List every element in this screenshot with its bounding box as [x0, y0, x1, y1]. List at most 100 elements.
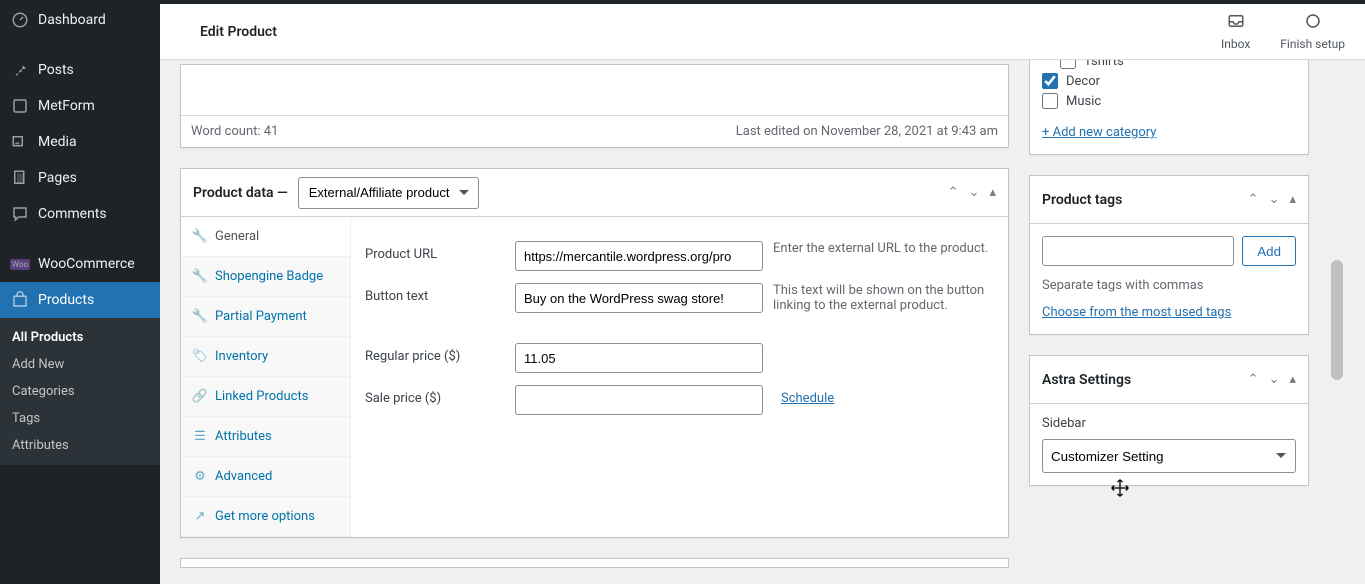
sidebar-item-metform[interactable]: MetForm — [0, 88, 160, 124]
list-icon: ☰ — [193, 430, 207, 444]
cat-tshirts-label: Tshirts — [1084, 60, 1124, 69]
finish-setup-button[interactable]: Finish setup — [1280, 12, 1345, 51]
admin-sidebar: Dashboard Posts MetForm Media Pages Comm… — [0, 0, 160, 584]
metform-icon — [10, 96, 30, 116]
chevron-up-icon[interactable]: ⌃ — [948, 185, 959, 200]
media-icon — [10, 132, 30, 152]
tab-attributes[interactable]: ☰Attributes — [181, 417, 350, 457]
sidebar-label: Media — [38, 134, 77, 150]
chevron-up-icon[interactable]: ⌃ — [1248, 372, 1259, 387]
add-tag-button[interactable]: Add — [1242, 236, 1296, 266]
astra-sidebar-label: Sidebar — [1042, 416, 1296, 431]
product-url-input[interactable] — [515, 241, 763, 271]
topbar: Edit Product Inbox Finish setup — [160, 4, 1365, 60]
sidebar-item-media[interactable]: Media — [0, 124, 160, 160]
sidebar-item-products[interactable]: Products — [0, 282, 160, 318]
tab-linked-products[interactable]: 🔗Linked Products — [181, 377, 350, 417]
sidebar-item-pages[interactable]: Pages — [0, 160, 160, 196]
scrollbar[interactable] — [1329, 60, 1345, 584]
chevron-up-icon[interactable]: ⌃ — [1248, 192, 1259, 207]
sale-price-label: Sale price ($) — [365, 385, 505, 406]
tab-shopengine-badge[interactable]: 🔧Shopengine Badge — [181, 257, 350, 297]
tags-hint: Separate tags with commas — [1030, 278, 1308, 305]
submenu-attributes[interactable]: Attributes — [0, 432, 160, 459]
products-icon — [10, 290, 30, 310]
sidebar-label: WooCommerce — [38, 256, 135, 272]
sidebar-item-woocommerce[interactable]: Woo WooCommerce — [0, 246, 160, 282]
scrollbar-thumb[interactable] — [1331, 260, 1343, 380]
regular-price-label: Regular price ($) — [365, 343, 505, 364]
product-data-heading: Product data — — [193, 185, 288, 201]
submenu-categories[interactable]: Categories — [0, 378, 160, 405]
astra-settings-box: Astra Settings ⌃ ⌄ ▴ Sidebar Customizer … — [1029, 355, 1309, 486]
astra-sidebar-select[interactable]: Customizer Setting — [1042, 439, 1296, 473]
cat-tshirts-checkbox[interactable] — [1060, 60, 1076, 69]
wrench-icon: 🔧 — [193, 270, 207, 284]
last-edited: Last edited on November 28, 2021 at 9:43… — [736, 124, 998, 139]
product-type-select[interactable]: External/Affiliate product — [298, 177, 479, 209]
astra-heading: Astra Settings — [1042, 372, 1131, 388]
circle-icon — [1304, 12, 1322, 33]
tags-input[interactable] — [1042, 236, 1234, 266]
submenu-tags[interactable]: Tags — [0, 405, 160, 432]
tab-inventory[interactable]: 🏷Inventory — [181, 337, 350, 377]
regular-price-input[interactable] — [515, 343, 763, 373]
sidebar-item-dashboard[interactable]: Dashboard — [0, 2, 160, 38]
external-icon: ↗ — [193, 510, 207, 524]
product-tags-box: Product tags ⌃ ⌄ ▴ Add Separate tags wit… — [1029, 175, 1309, 335]
inbox-button[interactable]: Inbox — [1221, 12, 1250, 51]
product-data-tabs: 🔧General 🔧Shopengine Badge 🔧Partial Paym… — [181, 217, 351, 537]
chevron-down-icon[interactable]: ⌄ — [969, 185, 980, 200]
submenu-add-new[interactable]: Add New — [0, 351, 160, 378]
cat-music-checkbox[interactable] — [1042, 93, 1058, 109]
products-submenu: All Products Add New Categories Tags Att… — [0, 318, 160, 465]
tab-get-more-options[interactable]: ↗Get more options — [181, 497, 350, 537]
sidebar-item-posts[interactable]: Posts — [0, 52, 160, 88]
tag-icon: 🏷 — [193, 350, 207, 364]
chevron-down-icon[interactable]: ⌄ — [1269, 192, 1280, 207]
wrench-icon: 🔧 — [193, 230, 207, 244]
word-count: Word count: 41 — [191, 124, 278, 139]
page-title: Edit Product — [200, 24, 277, 40]
comments-icon — [10, 204, 30, 224]
inbox-label: Inbox — [1221, 37, 1250, 51]
tab-general[interactable]: 🔧General — [181, 217, 350, 257]
sidebar-label: Dashboard — [38, 12, 106, 28]
caret-up-icon[interactable]: ▴ — [989, 185, 996, 200]
general-panel: Product URL Enter the external URL to th… — [351, 217, 1008, 537]
sidebar-label: Posts — [38, 62, 74, 78]
inbox-icon — [1227, 12, 1245, 33]
product-categories-box: Clothing Accessories Hoodies Tshirts Dec… — [1029, 60, 1309, 155]
woocommerce-icon: Woo — [10, 254, 30, 274]
submenu-all-products[interactable]: All Products — [0, 324, 160, 351]
chevron-down-icon[interactable]: ⌄ — [1269, 372, 1280, 387]
sidebar-label: Pages — [38, 170, 77, 186]
sidebar-label: Comments — [38, 206, 107, 222]
add-new-category-link[interactable]: + Add new category — [1042, 125, 1156, 140]
finish-setup-label: Finish setup — [1280, 37, 1345, 51]
sidebar-item-comments[interactable]: Comments — [0, 196, 160, 232]
schedule-link[interactable]: Schedule — [781, 385, 834, 406]
product-url-help: Enter the external URL to the product. — [773, 241, 993, 256]
caret-up-icon[interactable]: ▴ — [1289, 192, 1296, 207]
pages-icon — [10, 168, 30, 188]
pin-icon — [10, 60, 30, 80]
gear-icon: ⚙ — [193, 470, 207, 484]
tab-partial-payment[interactable]: 🔧Partial Payment — [181, 297, 350, 337]
product-url-label: Product URL — [365, 241, 505, 262]
tab-advanced[interactable]: ⚙Advanced — [181, 457, 350, 497]
button-text-input[interactable] — [515, 283, 763, 313]
product-data-box: Product data — External/Affiliate produc… — [180, 168, 1009, 538]
cat-decor-checkbox[interactable] — [1042, 73, 1058, 89]
sale-price-input[interactable] — [515, 385, 763, 415]
sidebar-label: MetForm — [38, 98, 95, 114]
link-icon: 🔗 — [193, 390, 207, 404]
most-used-tags-link[interactable]: Choose from the most used tags — [1042, 305, 1231, 320]
button-text-help: This text will be shown on the button li… — [773, 283, 993, 313]
sidebar-label: Products — [38, 292, 94, 308]
product-tags-heading: Product tags — [1042, 192, 1122, 208]
button-text-label: Button text — [365, 283, 505, 304]
wrench-icon: 🔧 — [193, 310, 207, 324]
description-editor-box: Word count: 41 Last edited on November 2… — [180, 64, 1009, 148]
caret-up-icon[interactable]: ▴ — [1289, 372, 1296, 387]
